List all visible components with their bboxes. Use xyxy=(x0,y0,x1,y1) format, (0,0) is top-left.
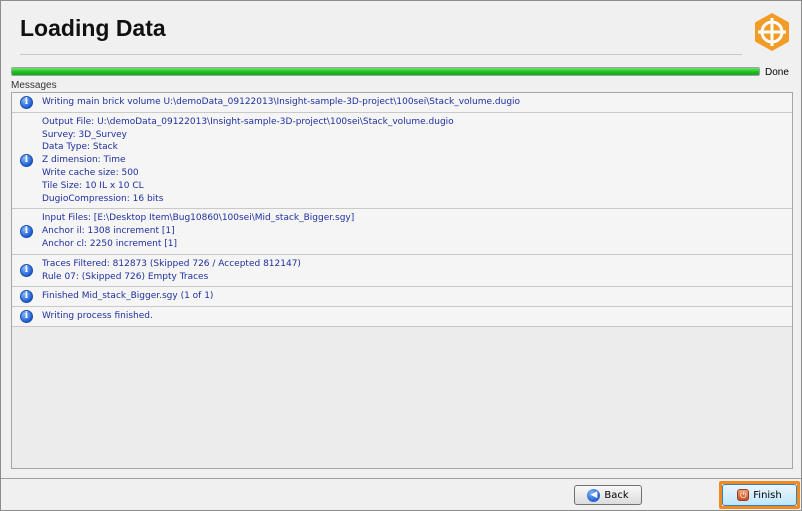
message-line: Write cache size: 500 xyxy=(42,167,139,178)
message-line: Writing process finished. xyxy=(42,311,153,322)
message-line: DugioCompression: 16 bits xyxy=(42,193,164,204)
back-button-label: Back xyxy=(604,489,629,501)
message-line: Writing main brick volume U:\demoData_09… xyxy=(42,97,521,107)
info-icon: i xyxy=(20,264,33,278)
power-icon: ⏻ xyxy=(737,489,750,501)
message-line: Tile Size: 10 IL x 10 CL xyxy=(42,180,144,191)
progress-bar-fill xyxy=(12,68,759,75)
message-line: Input Files: [E:\Desktop Item\Bug10860\1… xyxy=(42,213,355,224)
message-item[interactable]: i Input Files: [E:\Desktop Item\Bug10860\… xyxy=(12,209,792,255)
page-title: Loading Data xyxy=(20,15,166,41)
message-line: Rule 07: (Skipped 726) Empty Traces xyxy=(42,271,209,282)
progress-status: Done xyxy=(765,67,789,78)
loading-data-dialog: Loading Data Done Messages i Writing main… xyxy=(0,0,802,511)
footer-divider xyxy=(1,478,801,479)
message-line: Finished Mid_stack_Bigger.sgy (1 of 1) xyxy=(42,291,214,302)
message-line: Anchor il: 1308 increment [1] xyxy=(42,226,175,237)
info-icon: i xyxy=(20,95,33,109)
progress-bar xyxy=(11,67,760,76)
messages-label: Messages xyxy=(11,80,57,91)
info-icon: i xyxy=(20,154,33,168)
message-line: Traces Filtered: 812873 (Skipped 726 / A… xyxy=(42,258,301,269)
message-line: Data Type: Stack xyxy=(42,142,118,153)
finish-button-label: Finish xyxy=(753,489,782,501)
orange-hexagon-crosshair-icon xyxy=(755,13,789,51)
messages-list[interactable]: i Writing main brick volume U:\demoData_0… xyxy=(11,92,793,469)
message-line: Output File: U:\demoData_09122013\Insigh… xyxy=(42,116,454,127)
info-icon: i xyxy=(20,225,33,239)
message-line: Z dimension: Time xyxy=(42,155,126,166)
title-divider xyxy=(20,54,742,55)
message-item[interactable]: i Writing main brick volume U:\demoData_0… xyxy=(12,93,792,113)
message-line: Survey: 3D_Survey xyxy=(42,129,128,140)
back-arrow-icon: ◀ xyxy=(587,488,601,502)
info-icon: i xyxy=(20,310,33,324)
message-item[interactable]: i Finished Mid_stack_Bigger.sgy (1 of 1) xyxy=(12,287,792,308)
message-item[interactable]: i Traces Filtered: 812873 (Skipped 726 / … xyxy=(12,254,792,288)
message-line: Anchor cl: 2250 increment [1] xyxy=(42,238,178,249)
message-item[interactable]: i Writing process finished. xyxy=(12,307,792,327)
finish-button[interactable]: ⏻ Finish xyxy=(722,484,797,506)
message-item[interactable]: i Output File: U:\demoData_09122013\Insig… xyxy=(12,112,792,210)
back-button[interactable]: ◀ Back xyxy=(574,485,642,505)
